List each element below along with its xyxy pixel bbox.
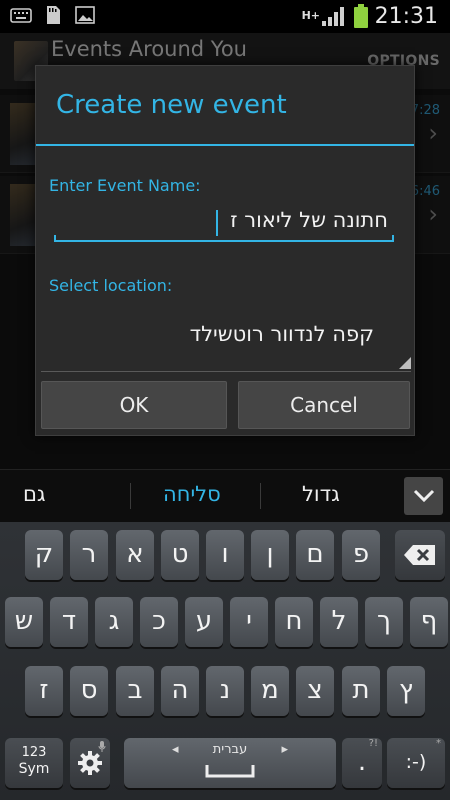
backspace-key[interactable] <box>395 530 445 580</box>
suggestion-bar: גם סליחה גדול <box>0 469 450 522</box>
microphone-icon <box>98 741 106 752</box>
key[interactable]: ק <box>25 530 63 580</box>
key[interactable]: ף <box>410 597 448 647</box>
key[interactable]: פ <box>342 530 380 580</box>
smiley-key-label: :-) <box>405 751 427 773</box>
key[interactable]: כ <box>140 597 178 647</box>
spinner-triangle-icon <box>399 357 411 369</box>
suggestion-divider <box>260 483 261 509</box>
key[interactable]: ר <box>70 530 108 580</box>
symbols-key-label: Sym <box>18 761 50 777</box>
spinner-underline <box>41 371 411 372</box>
dialog-title: Create new event <box>56 90 287 120</box>
dialog-divider <box>36 144 414 146</box>
key[interactable]: ד <box>50 597 88 647</box>
key[interactable]: מ <box>251 666 289 716</box>
create-event-dialog: Create new event Enter Event Name: חתונה… <box>35 65 415 436</box>
key[interactable]: ל <box>320 597 358 647</box>
suggestion-left[interactable]: גם <box>23 482 46 506</box>
clock: 21:31 <box>374 3 438 29</box>
space-language-label: עברית <box>212 742 248 757</box>
network-type: H+ <box>301 9 321 22</box>
battery-icon <box>353 4 368 28</box>
keyboard-icon <box>10 8 32 23</box>
location-value: קפה לנדוור רוטשילד <box>189 322 374 346</box>
key[interactable]: ש <box>5 597 43 647</box>
key[interactable]: ם <box>296 530 334 580</box>
keyboard: ק ר א ט ו ן ם פ ש ד ג כ ע י ח ל ך ף ז ס … <box>0 522 450 800</box>
key[interactable]: ו <box>206 530 244 580</box>
key[interactable]: א <box>116 530 154 580</box>
key[interactable]: ן <box>251 530 289 580</box>
suggestion-right[interactable]: גדול <box>302 482 340 506</box>
ok-button[interactable]: OK <box>41 381 227 429</box>
key[interactable]: ז <box>25 666 63 716</box>
arrow-right-icon: ▸ <box>281 742 288 757</box>
period-key-label: . <box>357 747 367 777</box>
input-underline <box>54 235 394 242</box>
status-bar: H+ 21:31 <box>0 0 450 33</box>
period-key[interactable]: ?! . <box>342 738 382 788</box>
event-name-label: Enter Event Name: <box>49 176 201 195</box>
location-spinner[interactable]: קפה לנדוור רוטשילד <box>41 306 411 372</box>
key[interactable]: ך <box>365 597 403 647</box>
location-label: Select location: <box>49 276 173 295</box>
key[interactable]: נ <box>206 666 244 716</box>
smiley-key[interactable]: * :-) <box>387 738 445 788</box>
key[interactable]: ג <box>95 597 133 647</box>
signal-icon <box>321 7 344 26</box>
event-name-input[interactable]: חתונה של ליאור ז <box>54 204 394 242</box>
key[interactable]: ע <box>185 597 223 647</box>
suggestion-middle[interactable]: סליחה <box>163 482 221 506</box>
chevron-down-icon <box>413 489 435 503</box>
event-name-value: חתונה של ליאור ז <box>230 208 388 232</box>
space-bar-icon <box>205 765 255 778</box>
key[interactable]: ה <box>161 666 199 716</box>
image-icon <box>75 6 95 24</box>
symbols-key-label: 123 <box>21 745 47 760</box>
backspace-icon <box>404 545 435 565</box>
key[interactable]: ת <box>342 666 380 716</box>
smiley-key-alt: * <box>436 738 441 749</box>
period-key-alt: ?! <box>368 738 378 749</box>
text-cursor <box>216 210 218 236</box>
symbols-key[interactable]: 123 Sym <box>5 738 63 788</box>
gear-icon <box>78 751 102 775</box>
key[interactable]: ס <box>70 666 108 716</box>
key[interactable]: ץ <box>387 666 425 716</box>
key[interactable]: ט <box>161 530 199 580</box>
key[interactable]: י <box>230 597 268 647</box>
space-key[interactable]: ◂ עברית ▸ <box>124 738 336 788</box>
cancel-button[interactable]: Cancel <box>238 381 410 429</box>
key[interactable]: ב <box>116 666 154 716</box>
key[interactable]: ח <box>275 597 313 647</box>
sd-card-icon <box>47 6 60 24</box>
key[interactable]: צ <box>296 666 334 716</box>
hide-keyboard-button[interactable] <box>404 477 443 515</box>
suggestion-divider <box>130 483 131 509</box>
settings-key[interactable] <box>70 738 110 788</box>
